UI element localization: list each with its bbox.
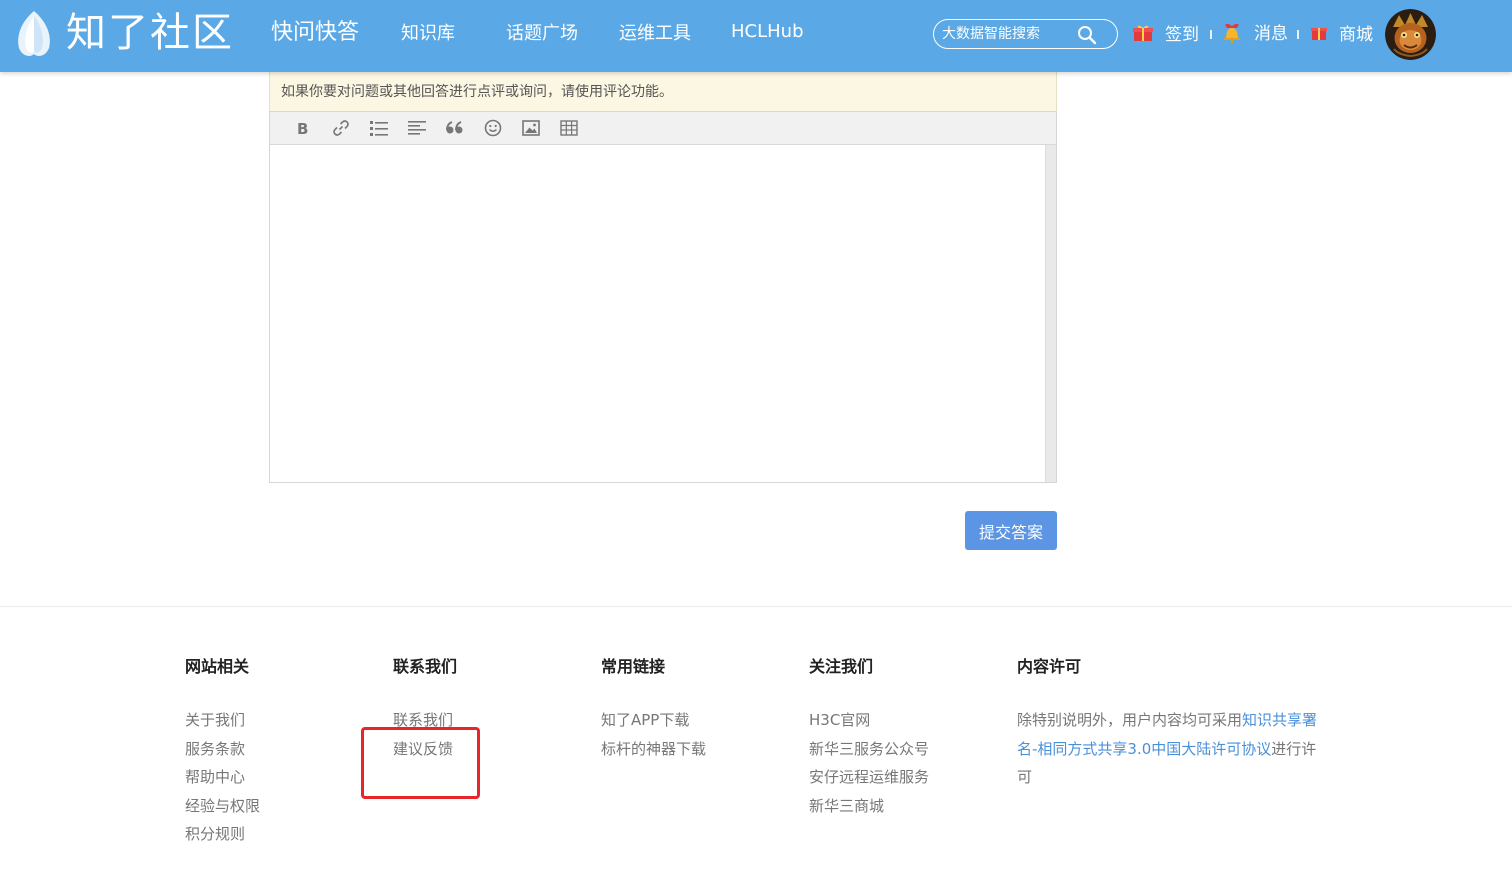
site-logo[interactable]: 知了社区 xyxy=(12,8,234,58)
image-icon xyxy=(522,120,540,136)
footer-link-h3c[interactable]: H3C官网 xyxy=(809,706,929,735)
link-button[interactable] xyxy=(322,112,360,145)
footer-heading-site: 网站相关 xyxy=(185,657,250,676)
bold-button[interactable]: B xyxy=(284,112,322,145)
footer-link-tool-download[interactable]: 标杆的神器下载 xyxy=(601,735,706,764)
submit-answer-button[interactable]: 提交答案 xyxy=(965,511,1057,550)
gift-icon xyxy=(1133,25,1153,41)
smiley-icon xyxy=(484,119,502,137)
highlight-box xyxy=(361,727,480,799)
align-button[interactable] xyxy=(398,112,436,145)
footer-link-app-download[interactable]: 知了APP下载 xyxy=(601,706,706,735)
list-icon xyxy=(370,121,388,136)
footer-heading-contact: 联系我们 xyxy=(393,657,458,676)
search-icon[interactable] xyxy=(1077,25,1097,45)
link-icon xyxy=(333,120,349,136)
footer-link-experience[interactable]: 经验与权限 xyxy=(185,792,260,821)
checkin-label: 签到 xyxy=(1165,25,1199,45)
editor-scrollbar[interactable] xyxy=(1045,145,1056,482)
bold-icon: B xyxy=(297,120,308,136)
footer-link-terms[interactable]: 服务条款 xyxy=(185,735,260,764)
emoji-button[interactable] xyxy=(474,112,512,145)
footer-link-remote-ops[interactable]: 安仔远程运维服务 xyxy=(809,763,929,792)
align-left-icon xyxy=(408,121,426,135)
nav-hclhub[interactable]: HCLHub xyxy=(731,17,804,47)
editor-toolbar: B xyxy=(270,112,1056,145)
footer-column-site: 网站相关 关于我们 服务条款 帮助中心 经验与权限 积分规则 xyxy=(185,655,260,849)
footer-link-help[interactable]: 帮助中心 xyxy=(185,763,260,792)
mall-label: 商城 xyxy=(1339,25,1373,45)
user-avatar[interactable] xyxy=(1385,9,1436,60)
footer-link-wechat[interactable]: 新华三服务公众号 xyxy=(809,735,929,764)
gift-box-icon xyxy=(1311,27,1327,40)
bullet-list-button[interactable] xyxy=(360,112,398,145)
top-navigation-bar: 知了社区 快问快答 知识库 话题广场 运维工具 HCLHub 签到 消息 xyxy=(0,0,1512,72)
separator xyxy=(1210,30,1212,39)
messages-link[interactable]: 消息 xyxy=(1222,19,1288,44)
footer-heading-license: 内容许可 xyxy=(1017,657,1082,676)
answer-text-area[interactable] xyxy=(270,145,1045,482)
footer-column-links: 常用链接 知了APP下载 标杆的神器下载 xyxy=(601,655,706,763)
search-box xyxy=(933,19,1118,49)
footer-column-license: 内容许可 除特别说明外，用户内容均可采用知识共享署名-相同方式共享3.0中国大陆… xyxy=(1017,655,1327,792)
footer-link-mall[interactable]: 新华三商城 xyxy=(809,792,929,821)
footer-link-points[interactable]: 积分规则 xyxy=(185,820,260,849)
license-text-before: 除特别说明外，用户内容均可采用 xyxy=(1017,711,1243,729)
nav-knowledge-base[interactable]: 知识库 xyxy=(401,19,455,49)
mall-link[interactable]: 商城 xyxy=(1311,20,1373,45)
footer-column-follow: 关注我们 H3C官网 新华三服务公众号 安仔远程运维服务 新华三商城 xyxy=(809,655,929,820)
footer-heading-links: 常用链接 xyxy=(601,657,666,676)
svg-text:B: B xyxy=(297,120,308,136)
site-name: 知了社区 xyxy=(66,10,234,56)
table-button[interactable] xyxy=(550,112,588,145)
footer-heading-follow: 关注我们 xyxy=(809,657,874,676)
quote-icon xyxy=(446,121,463,134)
footer-link-about[interactable]: 关于我们 xyxy=(185,706,260,735)
nav-quick-qa[interactable]: 快问快答 xyxy=(271,18,359,48)
separator xyxy=(1297,30,1299,39)
nav-ops-tools[interactable]: 运维工具 xyxy=(619,19,691,49)
bell-icon xyxy=(1224,23,1240,43)
avatar-image-icon xyxy=(1385,9,1436,60)
quote-button[interactable] xyxy=(436,112,474,145)
answer-editor: B xyxy=(269,111,1057,483)
messages-label: 消息 xyxy=(1254,24,1288,44)
footer-divider xyxy=(0,606,1512,607)
table-icon xyxy=(560,120,578,136)
nav-topic-square[interactable]: 话题广场 xyxy=(506,19,578,49)
checkin-link[interactable]: 签到 xyxy=(1133,20,1199,45)
cicada-logo-icon xyxy=(18,11,50,56)
search-input[interactable] xyxy=(942,23,1082,45)
comment-notice: 如果你要对问题或其他回答进行点评或询问，请使用评论功能。 xyxy=(269,72,1057,112)
image-button[interactable] xyxy=(512,112,550,145)
license-text: 除特别说明外，用户内容均可采用知识共享署名-相同方式共享3.0中国大陆许可协议进… xyxy=(1017,706,1327,792)
